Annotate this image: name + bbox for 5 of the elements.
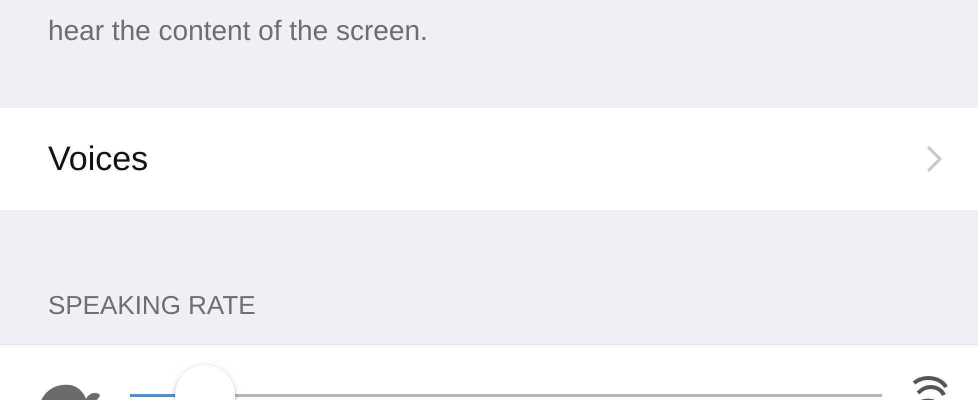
section-footer-text: hear the content of the screen. [47,14,429,48]
voices-row[interactable]: Voices [0,108,978,210]
chevron-icon [926,145,942,173]
section-header: SPEAKING RATE [47,290,257,322]
voices-label: Voices [48,140,148,178]
